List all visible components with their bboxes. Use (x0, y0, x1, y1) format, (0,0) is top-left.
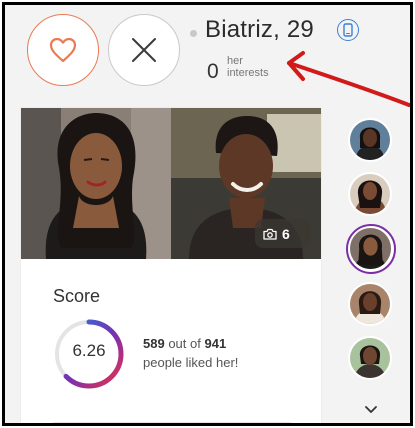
pass-button[interactable] (108, 14, 180, 86)
profile-name-age: Biatriz, 29 (205, 16, 314, 43)
interests-count: 0 (207, 60, 219, 83)
rail-thumb-4[interactable] (348, 282, 392, 326)
mobile-badge[interactable] (337, 19, 359, 41)
likes-summary: 589 out of 941 people liked her! (143, 334, 238, 372)
liked-text: people liked her! (143, 355, 239, 370)
photo-count-badge[interactable]: 6 (255, 219, 311, 248)
chevron-down-icon[interactable] (364, 404, 378, 414)
close-icon (132, 38, 156, 62)
camera-icon (263, 228, 277, 240)
total-count: 941 (204, 336, 227, 351)
profile-card: 6 Score 6.26 589 out of 941 people liked… (21, 108, 321, 423)
online-status-dot (190, 30, 197, 37)
photo-gallery[interactable]: 6 (21, 108, 321, 259)
photo-count: 6 (282, 225, 290, 242)
rail-thumb-1[interactable] (348, 118, 392, 162)
liked-count: 589 (143, 336, 165, 351)
annotation-arrow (287, 51, 410, 107)
profile-photo-1[interactable] (21, 108, 171, 259)
rail-thumb-2[interactable] (348, 172, 392, 216)
like-button[interactable] (27, 14, 99, 86)
card-divider (53, 422, 291, 423)
rail-thumb-3-active[interactable] (346, 224, 396, 274)
mobile-phone-icon (343, 23, 353, 37)
score-value: 6.26 (72, 341, 106, 360)
heart-icon (49, 37, 77, 63)
app-frame: Biatriz, 29 0 her interests 6 Score 6.26… (2, 2, 413, 426)
profile-photo-2[interactable]: 6 (171, 108, 321, 259)
profile-rail (332, 108, 410, 423)
rail-thumb-5[interactable] (348, 336, 392, 380)
score-title: Score (53, 286, 101, 306)
out-of-text: out of (168, 336, 201, 351)
